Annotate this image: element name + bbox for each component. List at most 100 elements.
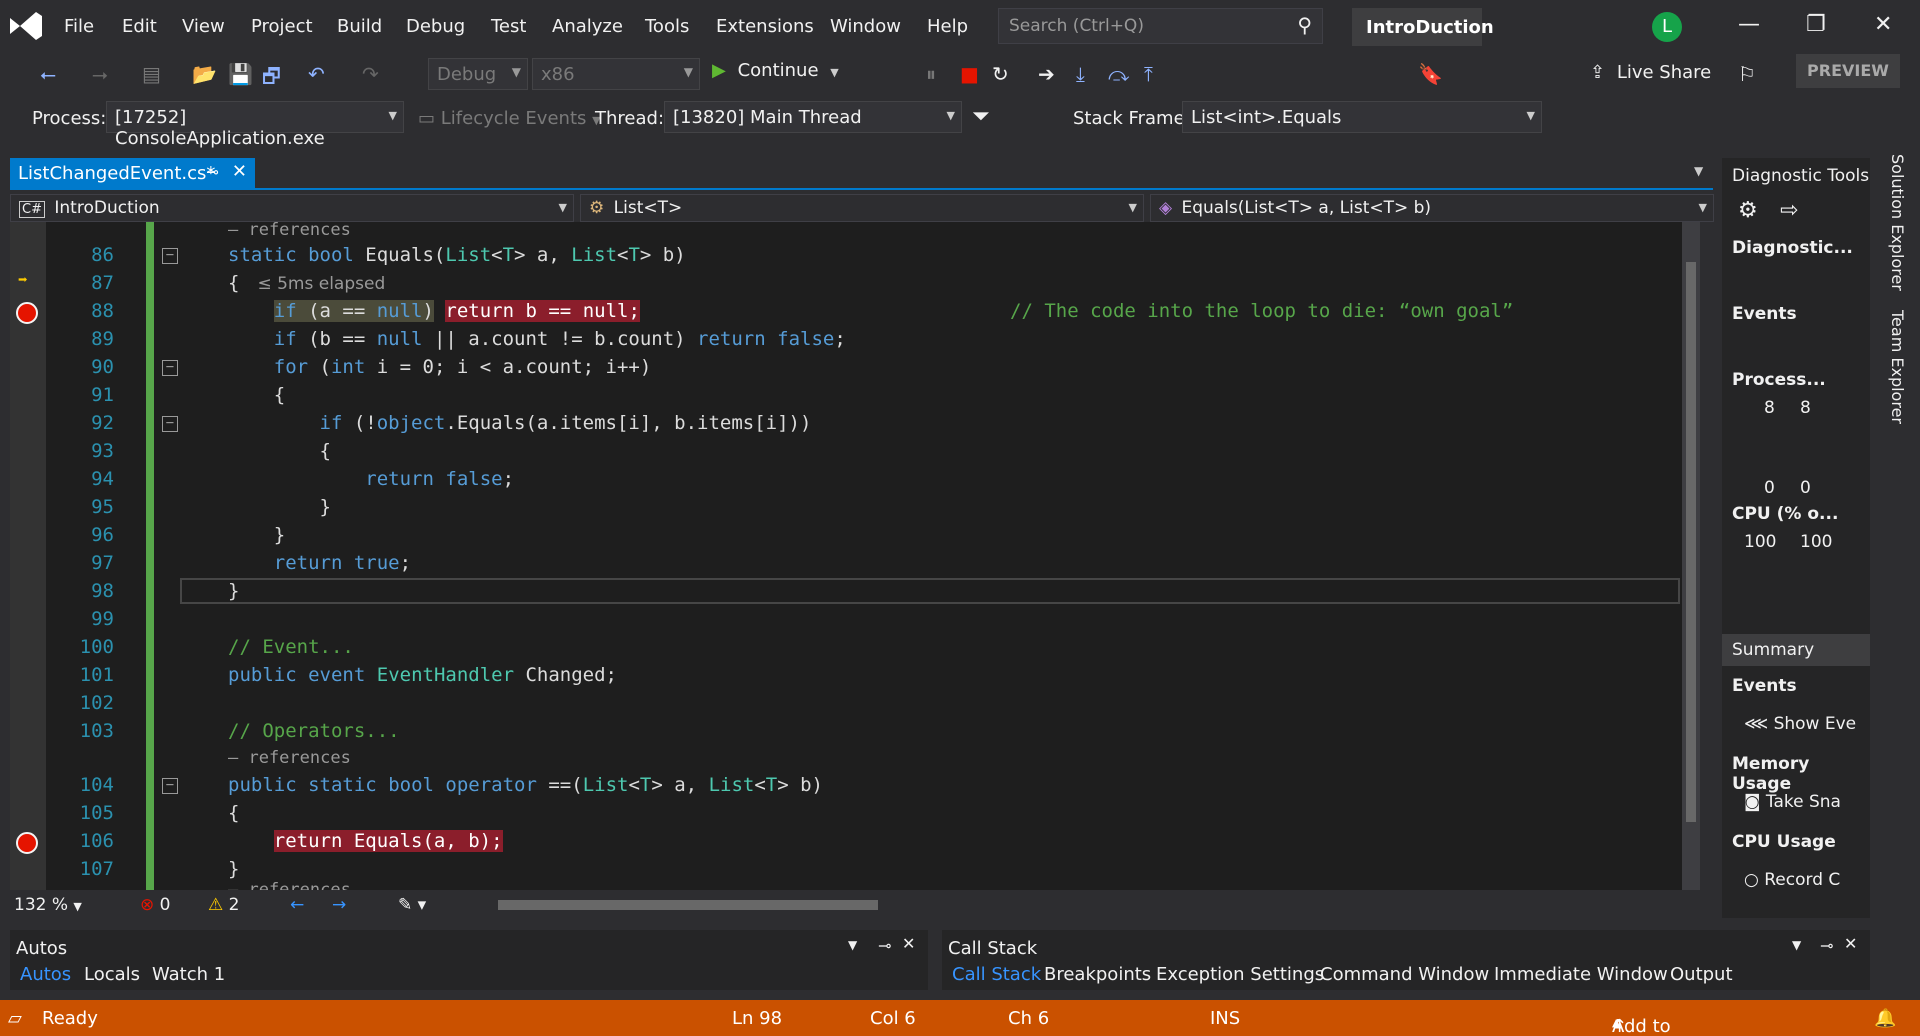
close-icon[interactable]: ✕ — [902, 934, 915, 953]
tab-output[interactable]: Output — [1670, 964, 1733, 985]
pin-icon[interactable]: ⊸ — [206, 163, 219, 181]
new-project-icon[interactable]: ▤ — [142, 62, 161, 86]
collapse-icon[interactable]: − — [162, 248, 178, 264]
vertical-scrollbar[interactable] — [1682, 222, 1700, 890]
restore-icon[interactable]: ❐ — [1806, 12, 1826, 37]
menu-project[interactable]: Project — [251, 16, 313, 37]
continue-button[interactable]: ▶ Continue ▼ — [712, 60, 839, 90]
line-number: 93 — [91, 440, 114, 462]
tab-immediate-window[interactable]: Immediate Window — [1494, 964, 1668, 985]
menu-file[interactable]: File — [64, 16, 94, 37]
menu-build[interactable]: Build — [337, 16, 382, 37]
step-into-icon[interactable]: ⤓ — [1076, 62, 1085, 86]
type-combo[interactable]: ⚙ List<T> ▼ — [580, 194, 1144, 222]
horizontal-scrollbar[interactable] — [478, 898, 1678, 912]
tab-listchangedevent[interactable]: ListChangedEvent.cs* ⊸ ✕ — [10, 158, 255, 190]
menu-debug[interactable]: Debug — [406, 16, 465, 37]
back-icon[interactable]: ⭠ — [40, 62, 56, 86]
menu-test[interactable]: Test — [491, 16, 526, 37]
lifecycle-events[interactable]: ▭ Lifecycle Events ▼ — [418, 108, 601, 129]
menu-window[interactable]: Window — [830, 16, 901, 37]
tab-team-explorer[interactable]: Team Explorer — [1888, 310, 1907, 424]
collapse-icon[interactable]: − — [162, 778, 178, 794]
show-next-statement-icon[interactable]: ➔ — [1038, 62, 1055, 86]
menu-edit[interactable]: Edit — [122, 16, 157, 37]
avatar[interactable]: L — [1652, 12, 1682, 42]
undo-icon[interactable]: ↶ — [308, 62, 325, 86]
stack-frame-combo[interactable]: List<int>.Equals ▼ — [1182, 101, 1542, 133]
member-combo[interactable]: ◈ Equals(List<T> a, List<T> b) ▼ — [1150, 194, 1714, 222]
scroll-thumb[interactable] — [498, 900, 878, 910]
next-issue-icon[interactable]: → — [332, 895, 346, 915]
feedback-icon[interactable]: ⚐ — [1738, 62, 1756, 86]
tab-command-window[interactable]: Command Window — [1320, 964, 1489, 985]
menu-analyze[interactable]: Analyze — [552, 16, 623, 37]
step-out-icon[interactable]: ⤒ — [1144, 62, 1153, 86]
scroll-thumb[interactable] — [1686, 262, 1696, 822]
stop-icon[interactable]: ■ — [960, 62, 979, 86]
platform-combo[interactable]: x86 ▼ — [532, 58, 700, 90]
filter-icon[interactable]: ⏷ — [972, 104, 990, 129]
codelens-references[interactable]: – references — [228, 880, 351, 890]
tab-watch-1[interactable]: Watch 1 — [152, 964, 225, 985]
panel-menu-icon[interactable]: ▼ — [1792, 938, 1801, 952]
take-snapshot-button[interactable]: ◙ Take Sna — [1744, 792, 1841, 812]
tab-locals[interactable]: Locals — [84, 964, 140, 985]
collapse-icon[interactable]: − — [162, 416, 178, 432]
preview-badge[interactable]: PREVIEW — [1796, 54, 1900, 88]
tab-breakpoints[interactable]: Breakpoints — [1044, 964, 1151, 985]
warnings-indicator[interactable]: ⚠ 2 — [208, 895, 239, 915]
menu-view[interactable]: View — [182, 16, 225, 37]
summary-tab[interactable]: Summary — [1722, 634, 1870, 666]
zoom-combo[interactable]: 132 % ▼ — [14, 895, 82, 915]
close-icon[interactable]: ✕ — [1844, 934, 1857, 953]
gear-icon[interactable]: ⚙ — [1738, 198, 1758, 223]
show-events-button[interactable]: ⋘ Show Eve — [1744, 714, 1856, 734]
open-icon[interactable]: 📂 — [192, 62, 217, 86]
step-over-icon[interactable]: ⤼ — [1108, 62, 1129, 86]
panel-menu-icon[interactable]: ▼ — [848, 938, 857, 952]
tab-exception-settings[interactable]: Exception Settings — [1156, 964, 1324, 985]
codelens-references[interactable]: – references — [228, 222, 351, 240]
tab-call-stack[interactable]: Call Stack — [952, 964, 1041, 985]
events-section[interactable]: Events — [1732, 304, 1797, 324]
breakpoint-icon[interactable] — [16, 302, 38, 324]
vs-logo-icon[interactable] — [6, 8, 44, 44]
prev-issue-icon[interactable]: ← — [290, 895, 304, 915]
cpu-section[interactable]: CPU (% o... — [1732, 504, 1838, 524]
close-window-icon[interactable]: ✕ — [1874, 12, 1892, 37]
errors-indicator[interactable]: ⊗ 0 — [140, 895, 170, 915]
export-icon[interactable]: ⇨ — [1780, 198, 1798, 223]
record-button[interactable]: ○ Record C — [1744, 870, 1840, 890]
menu-tools[interactable]: Tools — [645, 16, 689, 37]
cleanup-icon[interactable]: ✎ ▾ — [398, 895, 426, 915]
config-combo[interactable]: Debug ▼ — [428, 58, 528, 90]
save-all-icon[interactable]: 🗗 — [262, 62, 281, 96]
minimize-icon[interactable]: — — [1738, 12, 1760, 37]
menu-help[interactable]: Help — [927, 16, 968, 37]
process-section[interactable]: Process... — [1732, 370, 1826, 390]
process-combo[interactable]: [17252] ConsoleApplication.exe ▼ — [106, 101, 404, 149]
live-share-button[interactable]: ⇪ Live Share — [1590, 62, 1711, 83]
tab-solution-explorer[interactable]: Solution Explorer — [1888, 154, 1907, 291]
collapse-icon[interactable]: − — [162, 360, 178, 376]
thread-combo[interactable]: [13820] Main Thread ▼ — [664, 101, 962, 133]
bookmark-icon[interactable]: 🔖 — [1418, 62, 1443, 86]
menu-extensions[interactable]: Extensions — [716, 16, 814, 37]
redo-icon[interactable]: ↷ — [362, 62, 379, 86]
breakpoint-icon[interactable] — [16, 832, 38, 854]
restart-icon[interactable]: ↻ — [992, 62, 1009, 86]
search-input[interactable]: Search (Ctrl+Q) ⚲ — [998, 8, 1323, 44]
pin-icon[interactable]: ⊸ — [878, 936, 891, 955]
codelens-references[interactable]: – references — [228, 748, 351, 768]
close-icon[interactable]: ✕ — [232, 161, 247, 182]
code-editor[interactable]: 86 87 88 89 90 91 92 93 94 95 96 97 98 9… — [10, 222, 1700, 890]
pin-icon[interactable]: ⊸ — [1820, 936, 1833, 955]
project-combo[interactable]: C# IntroDuction ▼ — [10, 194, 574, 222]
tab-overflow-icon[interactable]: ▼ — [1694, 164, 1703, 178]
pause-icon[interactable]: ⏸ — [926, 62, 936, 86]
notification-bell-icon[interactable]: 🔔 — [1874, 1008, 1896, 1029]
forward-icon[interactable]: ⭢ — [92, 62, 108, 86]
tab-autos[interactable]: Autos — [20, 964, 71, 985]
save-icon[interactable]: 💾 — [228, 62, 253, 86]
